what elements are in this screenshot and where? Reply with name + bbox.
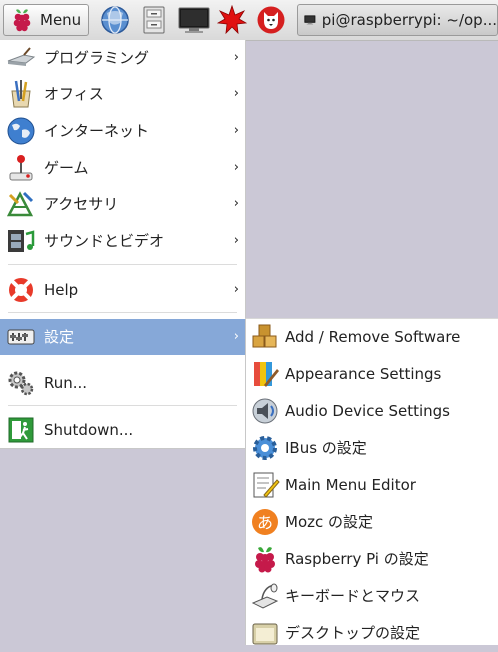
film-music-icon [8,230,35,252]
exit-icon [8,417,34,443]
wolf-icon [257,6,285,34]
menu-item-help[interactable]: Help › [0,272,245,308]
web-browser-launcher[interactable] [97,4,133,36]
submenu-item-mozc[interactable]: あ Mozc の設定 [246,504,498,541]
wolfram-launcher[interactable] [253,4,289,36]
gear-icon [253,436,277,460]
menu-item-programming[interactable]: プログラミング › [0,40,245,76]
menu-item-sound-video[interactable]: サウンドとビデオ › [0,223,245,259]
taskbar: Menu pi@raspberrypi: ~/op... [0,0,498,41]
palette-icon [254,362,279,387]
submenu-item-ibus[interactable]: IBus の設定 [246,430,498,467]
submenu-item-appearance[interactable]: Appearance Settings [246,356,498,393]
joystick-icon [9,155,33,181]
globe-icon [101,6,129,34]
submenu-item-keyboard-mouse[interactable]: キーボードとマウス [246,578,498,615]
menu-button-label: Menu [40,11,82,29]
menu-item-label: サウンドとビデオ [44,232,165,250]
submenu-item-add-remove-software[interactable]: Add / Remove Software [246,319,498,356]
menu-divider [8,264,237,265]
menu-item-label: オフィス [44,85,104,103]
keyboard-mouse-icon [251,583,279,609]
menu-item-preferences[interactable]: 設定 › [0,319,245,355]
menu-item-label: ゲーム [44,159,89,177]
menu-item-label: アクセサリ [44,195,119,213]
accessories-icon [6,191,34,217]
menu-item-label: インターネット [44,122,150,140]
menu-item-office[interactable]: オフィス › [0,76,245,112]
chevron-right-icon: › [233,160,239,175]
raspberry-icon [255,547,275,573]
internet-globe-icon [7,117,35,145]
monitor-icon [304,15,316,25]
lifebuoy-icon [9,278,33,302]
monitor-icon [178,7,210,33]
submenu-item-label: デスクトップの設定 [285,624,421,642]
submenu-item-audio-device[interactable]: Audio Device Settings [246,393,498,430]
submenu-item-label: Raspberry Pi の設定 [285,550,429,568]
submenu-item-label: IBus の設定 [285,439,367,457]
svg-text:あ: あ [257,513,273,532]
menu-item-label: Help [44,281,79,299]
raspberry-icon [13,9,31,32]
menu-item-label: Run... [44,374,88,392]
chevron-right-icon: › [233,329,239,344]
menu-item-label: 設定 [44,328,75,346]
submenu-item-label: Appearance Settings [285,365,442,383]
programming-icon [7,47,36,66]
menu-item-shutdown[interactable]: Shutdown... [0,412,245,448]
chevron-right-icon: › [233,233,239,248]
file-manager-launcher[interactable] [137,4,171,36]
preferences-icon [7,329,35,345]
settings-submenu: Add / Remove Software Appearance Setting… [245,318,498,645]
menu-divider [8,312,237,313]
speaker-icon [252,398,278,424]
menu-item-internet[interactable]: インターネット › [0,113,245,149]
window-title: pi@raspberrypi: ~/op... [321,11,497,29]
file-cabinet-icon [143,6,165,34]
submenu-item-desktop-settings[interactable]: デスクトップの設定 [246,615,498,652]
chevron-right-icon: › [233,50,239,65]
submenu-item-label: Mozc の設定 [285,513,374,531]
menu-divider [8,405,237,406]
menu-item-run[interactable]: Run... [0,365,245,401]
submenu-item-label: キーボードとマウス [285,587,421,605]
chevron-right-icon: › [233,196,239,211]
submenu-item-label: Add / Remove Software [285,328,461,346]
red-star-icon [217,5,247,35]
terminal-launcher[interactable] [175,4,213,36]
submenu-item-main-menu-editor[interactable]: Main Menu Editor [246,467,498,504]
run-gear-icon [8,371,34,396]
menu-item-games[interactable]: ゲーム › [0,150,245,186]
terminal-window-button[interactable]: pi@raspberrypi: ~/op... [297,4,498,36]
menu-editor-icon [253,472,280,498]
menu-item-accessories[interactable]: アクセサリ › [0,186,245,222]
mathematica-launcher[interactable] [215,4,249,36]
packages-icon [252,324,277,348]
mozc-icon: あ [252,509,278,535]
chevron-right-icon: › [233,282,239,297]
menu-item-label: Shutdown... [44,421,134,439]
submenu-item-raspberry-pi-config[interactable]: Raspberry Pi の設定 [246,541,498,578]
chevron-right-icon: › [233,123,239,138]
chevron-right-icon: › [233,86,239,101]
office-icon [11,80,31,108]
submenu-item-label: Main Menu Editor [285,476,416,494]
main-menu: プログラミング › オフィス › インターネット › ゲーム › アクセサリ ›… [0,40,246,449]
submenu-item-label: Audio Device Settings [285,402,450,420]
menu-item-label: プログラミング [44,49,150,67]
menu-button[interactable]: Menu [3,4,89,36]
